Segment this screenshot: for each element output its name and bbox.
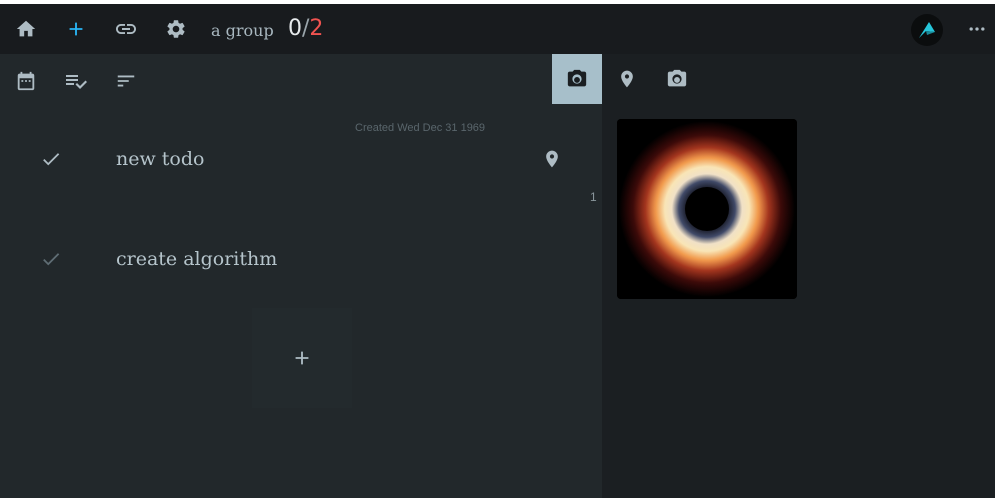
progress-counter: 0/2: [288, 16, 323, 41]
check-icon[interactable]: [39, 247, 63, 271]
photo-thumbnail[interactable]: [617, 119, 797, 299]
done-count: 0: [288, 16, 302, 41]
todo-label[interactable]: new todo: [116, 148, 204, 170]
sort-icon[interactable]: [114, 69, 138, 93]
checklist-icon[interactable]: [64, 69, 88, 93]
app-window: a group 0/2 Created Wed Dec 31 1969 new …: [0, 4, 995, 498]
ring-of-fire-image: [617, 119, 797, 299]
calendar-icon[interactable]: [14, 69, 38, 93]
location-icon[interactable]: [540, 147, 564, 171]
home-icon[interactable]: [14, 17, 38, 41]
camera-icon: [667, 69, 687, 87]
tab-camera[interactable]: [652, 54, 702, 104]
group-name[interactable]: a group: [211, 21, 274, 40]
total-count: 2: [309, 16, 324, 41]
todo-panel: Created Wed Dec 31 1969 new todo 1 creat…: [0, 54, 602, 498]
avatar-logo-icon: [919, 22, 935, 38]
attachments-panel: [602, 54, 995, 498]
tab-photos[interactable]: [552, 54, 602, 104]
add-todo-button[interactable]: [252, 308, 352, 408]
plus-icon: [295, 351, 309, 365]
attachment-count: 1: [590, 190, 597, 204]
todo-item[interactable]: new todo 1: [0, 109, 602, 209]
check-icon[interactable]: [39, 147, 63, 171]
link-icon[interactable]: [114, 17, 138, 41]
top-bar: a group 0/2: [0, 4, 995, 54]
gear-icon[interactable]: [164, 17, 188, 41]
more-icon[interactable]: [965, 17, 989, 41]
todo-label[interactable]: create algorithm: [116, 248, 277, 270]
location-icon: [621, 70, 633, 88]
avatar[interactable]: [911, 14, 943, 46]
add-icon[interactable]: [64, 17, 88, 41]
todo-item[interactable]: create algorithm: [0, 209, 602, 309]
camera-icon: [567, 69, 587, 87]
tab-location[interactable]: [602, 54, 652, 104]
